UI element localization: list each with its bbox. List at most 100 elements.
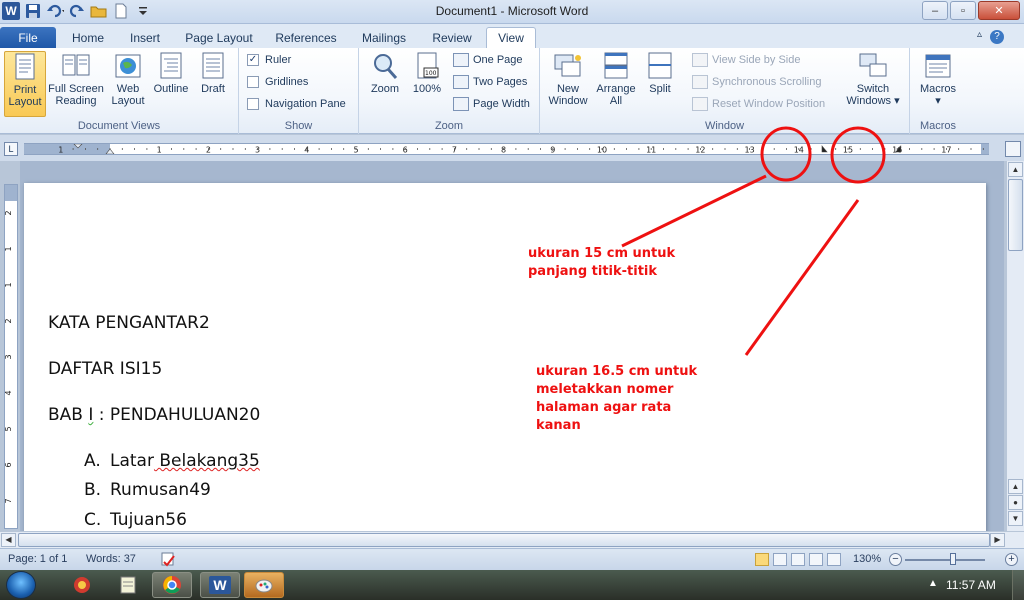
group-window: New Window Arrange All Split View Side b… [540, 48, 910, 134]
vertical-ruler[interactable]: 2112345678 [4, 184, 18, 529]
view-side-by-side-label: View Side by Side [712, 54, 801, 66]
synchronous-scrolling-icon [692, 75, 708, 89]
web-layout-view-button[interactable] [791, 553, 805, 566]
taskbar-paint-icon[interactable] [244, 572, 284, 598]
horizontal-scroll-thumb[interactable] [18, 533, 990, 547]
zoom-100-button[interactable]: 100 100% [409, 51, 445, 95]
one-page-button[interactable]: One Page [453, 53, 523, 67]
gridlines-box [247, 76, 259, 88]
restore-button[interactable]: ▫ [950, 1, 976, 20]
full-screen-reading-label: Full Screen Reading [48, 83, 104, 107]
list-number: B. [84, 480, 102, 500]
tab-view[interactable]: View [486, 27, 536, 48]
list-text-word: Latar [110, 451, 154, 471]
tab-references[interactable]: References [270, 27, 342, 48]
show-group-label: Show [284, 120, 313, 132]
ruler-checkbox[interactable]: ✓ Ruler [247, 54, 291, 66]
zoom-slider-knob[interactable] [950, 553, 956, 565]
two-pages-button[interactable]: Two Pages [453, 75, 527, 89]
one-page-label: One Page [473, 54, 523, 66]
navigation-pane-box [247, 98, 259, 110]
tab-home[interactable]: Home [68, 27, 108, 48]
navigation-pane-checkbox[interactable]: Navigation Pane [247, 98, 346, 110]
outline-view-button[interactable] [809, 553, 823, 566]
split-button[interactable]: Split [644, 51, 676, 95]
hanging-indent-marker [105, 148, 115, 154]
start-button[interactable] [6, 571, 36, 599]
bab-suffix: : PENDAHULUAN20 [93, 405, 261, 425]
line-bab-1: BAB I : PENDAHULUAN20 [48, 405, 260, 425]
taskbar: W ▲ 11:57 AM [0, 570, 1024, 600]
tab-insert[interactable]: Insert [122, 27, 168, 48]
scroll-left-arrow[interactable]: ◀ [1, 533, 16, 547]
reset-window-position-button[interactable]: Reset Window Position [692, 97, 825, 111]
new-window-button[interactable]: New Window [544, 51, 592, 107]
web-layout-button[interactable]: Web Layout [108, 51, 148, 107]
tab-review[interactable]: Review [426, 27, 478, 48]
synchronous-scrolling-button[interactable]: Synchronous Scrolling [692, 75, 821, 89]
tab-mailings[interactable]: Mailings [356, 27, 412, 48]
horizontal-ruler[interactable]: 112345678910111213141516171819 [24, 143, 989, 155]
next-page-button[interactable]: ▼ [1008, 511, 1023, 526]
taskbar-word-icon[interactable]: W [200, 572, 240, 598]
full-screen-reading-button[interactable]: Full Screen Reading [48, 51, 104, 107]
gridlines-checkbox[interactable]: Gridlines [247, 76, 308, 88]
new-window-icon [554, 54, 581, 77]
line-daftar-isi: DAFTAR ISI15 [48, 359, 163, 379]
horizontal-scrollbar[interactable]: ◀ ▶ [0, 531, 1024, 548]
show-desktop-button[interactable] [1012, 570, 1024, 600]
list-number: C. [84, 510, 102, 530]
full-screen-view-button[interactable] [773, 553, 787, 566]
print-layout-icon [15, 53, 35, 80]
scroll-up-arrow[interactable]: ▲ [1008, 162, 1023, 177]
scroll-right-arrow[interactable]: ▶ [990, 533, 1005, 547]
document-area: KATA PENGANTAR2 DAFTAR ISI15 BAB I : PEN… [20, 161, 1004, 533]
proofing-icon[interactable] [160, 551, 176, 570]
tab-selector[interactable]: L [4, 142, 18, 156]
zoom-slider[interactable] [905, 559, 985, 561]
taskbar-chrome-icon[interactable] [152, 572, 192, 598]
page-width-label: Page Width [473, 98, 530, 110]
switch-windows-button[interactable]: Switch Windows ▾ [840, 51, 906, 107]
two-pages-label: Two Pages [473, 76, 528, 88]
document-page[interactable]: KATA PENGANTAR2 DAFTAR ISI15 BAB I : PEN… [24, 183, 986, 533]
zoom-in-button[interactable]: + [1005, 553, 1018, 566]
select-browse-object-button[interactable]: ● [1008, 495, 1023, 510]
macros-label: Macros ▾ [919, 83, 957, 107]
view-ruler-icon[interactable] [1005, 141, 1021, 157]
draft-view-button[interactable] [827, 553, 841, 566]
word-count[interactable]: Words: 37 [86, 553, 136, 565]
vruler-tick-label: 1 [5, 282, 13, 287]
view-side-by-side-button[interactable]: View Side by Side [692, 53, 800, 67]
taskbar-app-icon[interactable] [62, 572, 102, 598]
zoom-level[interactable]: 130% [853, 553, 881, 565]
taskbar-notes-icon[interactable] [108, 572, 148, 598]
previous-page-button[interactable]: ▲ [1008, 479, 1023, 494]
reset-window-position-icon [692, 97, 708, 111]
page-count[interactable]: Page: 1 of 1 [8, 553, 67, 565]
taskbar-clock[interactable]: 11:57 AM [946, 578, 996, 592]
minimize-button[interactable]: – [922, 1, 948, 20]
print-layout-button[interactable]: Print Layout [4, 51, 46, 117]
zoom-button[interactable]: Zoom [367, 51, 403, 95]
page-width-button[interactable]: Page Width [453, 97, 530, 111]
first-line-indent-marker [73, 144, 83, 149]
tab-file[interactable]: File [0, 27, 56, 48]
print-layout-view-button[interactable] [755, 553, 769, 566]
zoom-out-button[interactable]: − [889, 553, 902, 566]
ruler-row: L 112345678910111213141516171819 [0, 135, 1024, 161]
outline-label: Outline [153, 83, 189, 95]
draft-button[interactable]: Draft [194, 51, 232, 95]
outline-button[interactable]: Outline [150, 51, 192, 95]
window-group-label: Window [704, 120, 745, 132]
print-layout-label: Print Layout [8, 84, 42, 108]
help-icon[interactable]: ? [990, 30, 1004, 44]
vertical-scroll-thumb[interactable] [1008, 179, 1023, 251]
arrange-all-button[interactable]: Arrange All [594, 51, 638, 107]
show-hidden-icons-arrow[interactable]: ▲ [928, 578, 938, 589]
close-button[interactable]: ✕ [978, 1, 1020, 20]
tab-page-layout[interactable]: Page Layout [183, 27, 255, 48]
vertical-scrollbar[interactable]: ▲ ▲ ● ▼ [1006, 161, 1024, 531]
macros-button[interactable]: Macros ▾ [916, 51, 960, 107]
minimize-ribbon-icon[interactable]: ▵ [977, 29, 982, 40]
